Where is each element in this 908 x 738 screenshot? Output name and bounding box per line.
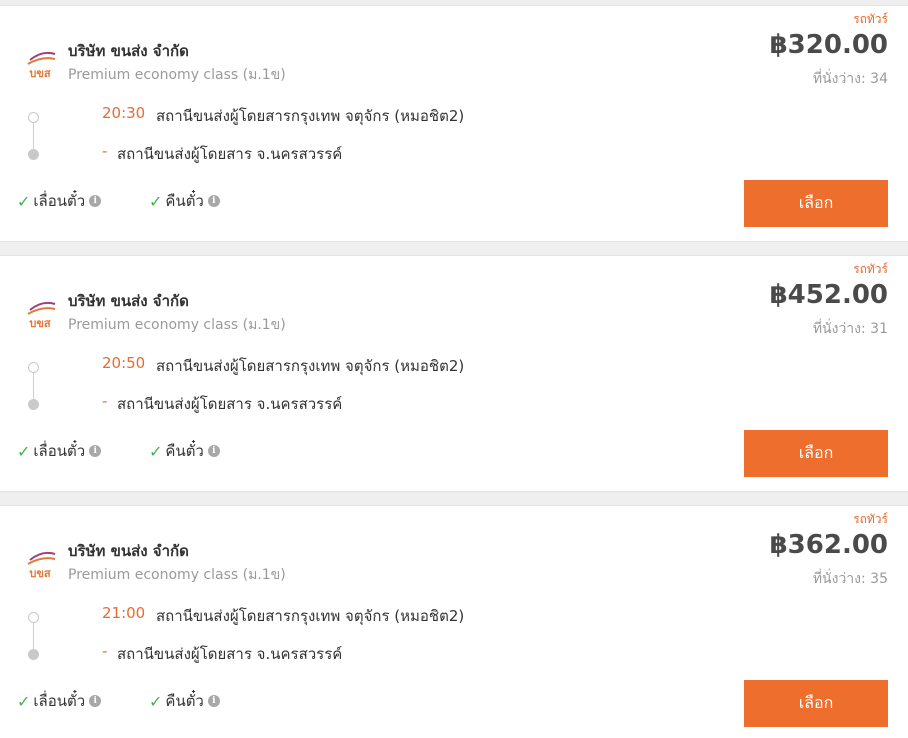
departure-dot-icon: [28, 112, 39, 123]
feature-change-ticket: ✓ เลื่อนตั๋ว i: [17, 439, 102, 463]
info-icon[interactable]: i: [207, 445, 220, 457]
bus-class: Premium economy class (ม.1ข): [68, 67, 286, 83]
arrival-station: สถานีขนส่งผู้โดยสาร จ.นครสวรรค์: [117, 395, 343, 413]
operator-logo: บขส: [27, 551, 56, 580]
departure-station: สถานีขนส่งผู้โดยสารกรุงเทพ จตุจักร (หมอช…: [156, 357, 465, 375]
info-icon[interactable]: i: [207, 195, 220, 207]
feature-refund-ticket: ✓ คืนตั๋ว i: [149, 189, 220, 213]
bus-type-label: รถทัวร์: [853, 512, 888, 526]
feature-label: เลื่อนตั๋ว: [33, 442, 86, 460]
price: ฿320.00: [769, 30, 888, 60]
feature-change-ticket: ✓ เลื่อนตั๋ว i: [17, 189, 102, 213]
departure-dot-icon: [28, 362, 39, 373]
trip-card: บขส บริษัท ขนส่ง จำกัด Premium economy c…: [0, 5, 908, 242]
trip-card: บขส บริษัท ขนส่ง จำกัด Premium economy c…: [0, 255, 908, 492]
arrival-time: -: [102, 142, 108, 160]
arrival-time: -: [102, 642, 108, 660]
feature-label: คืนตั๋ว: [165, 192, 204, 210]
check-icon: ✓: [149, 441, 163, 461]
select-button[interactable]: เลือก: [744, 180, 888, 227]
bus-class: Premium economy class (ม.1ข): [68, 317, 286, 333]
bus-type-label: รถทัวร์: [853, 262, 888, 276]
arrival-station: สถานีขนส่งผู้โดยสาร จ.นครสวรรค์: [117, 645, 343, 663]
price: ฿452.00: [769, 280, 888, 310]
seats-available: ที่นั่งว่าง: 34: [812, 71, 888, 87]
arrival-dot-icon: [28, 399, 39, 410]
operator-logo: บขส: [27, 51, 56, 80]
svg-text:บขส: บขส: [29, 567, 51, 580]
feature-refund-ticket: ✓ คืนตั๋ว i: [149, 689, 220, 713]
price: ฿362.00: [769, 530, 888, 560]
feature-label: คืนตั๋ว: [165, 442, 204, 460]
trip-card: บขส บริษัท ขนส่ง จำกัด Premium economy c…: [0, 505, 908, 738]
operator-name: บริษัท ขนส่ง จำกัด: [68, 292, 189, 310]
svg-text:บขส: บขส: [29, 317, 51, 330]
arrival-dot-icon: [28, 149, 39, 160]
check-icon: ✓: [17, 191, 31, 211]
bus-type-label: รถทัวร์: [853, 12, 888, 26]
info-icon[interactable]: i: [89, 445, 102, 457]
seats-available: ที่นั่งว่าง: 31: [812, 321, 888, 337]
feature-change-ticket: ✓ เลื่อนตั๋ว i: [17, 689, 102, 713]
departure-time: 20:50: [102, 354, 146, 372]
operator-name: บริษัท ขนส่ง จำกัด: [68, 542, 189, 560]
feature-refund-ticket: ✓ คืนตั๋ว i: [149, 439, 220, 463]
arrival-dot-icon: [28, 649, 39, 660]
info-icon[interactable]: i: [89, 695, 102, 707]
departure-time: 20:30: [102, 104, 146, 122]
arrival-station: สถานีขนส่งผู้โดยสาร จ.นครสวรรค์: [117, 145, 343, 163]
operator-logo: บขส: [27, 301, 56, 330]
info-icon[interactable]: i: [89, 195, 102, 207]
arrival-time: -: [102, 392, 108, 410]
info-icon[interactable]: i: [207, 695, 220, 707]
check-icon: ✓: [17, 691, 31, 711]
select-button[interactable]: เลือก: [744, 430, 888, 477]
select-button[interactable]: เลือก: [744, 680, 888, 727]
departure-dot-icon: [28, 612, 39, 623]
bus-class: Premium economy class (ม.1ข): [68, 567, 286, 583]
feature-label: คืนตั๋ว: [165, 692, 204, 710]
check-icon: ✓: [17, 441, 31, 461]
departure-station: สถานีขนส่งผู้โดยสารกรุงเทพ จตุจักร (หมอช…: [156, 107, 465, 125]
check-icon: ✓: [149, 691, 163, 711]
seats-available: ที่นั่งว่าง: 35: [812, 571, 888, 587]
svg-text:บขส: บขส: [29, 67, 51, 80]
departure-station: สถานีขนส่งผู้โดยสารกรุงเทพ จตุจักร (หมอช…: [156, 607, 465, 625]
operator-name: บริษัท ขนส่ง จำกัด: [68, 42, 189, 60]
departure-time: 21:00: [102, 604, 146, 622]
check-icon: ✓: [149, 191, 163, 211]
feature-label: เลื่อนตั๋ว: [33, 692, 86, 710]
feature-label: เลื่อนตั๋ว: [33, 192, 86, 210]
